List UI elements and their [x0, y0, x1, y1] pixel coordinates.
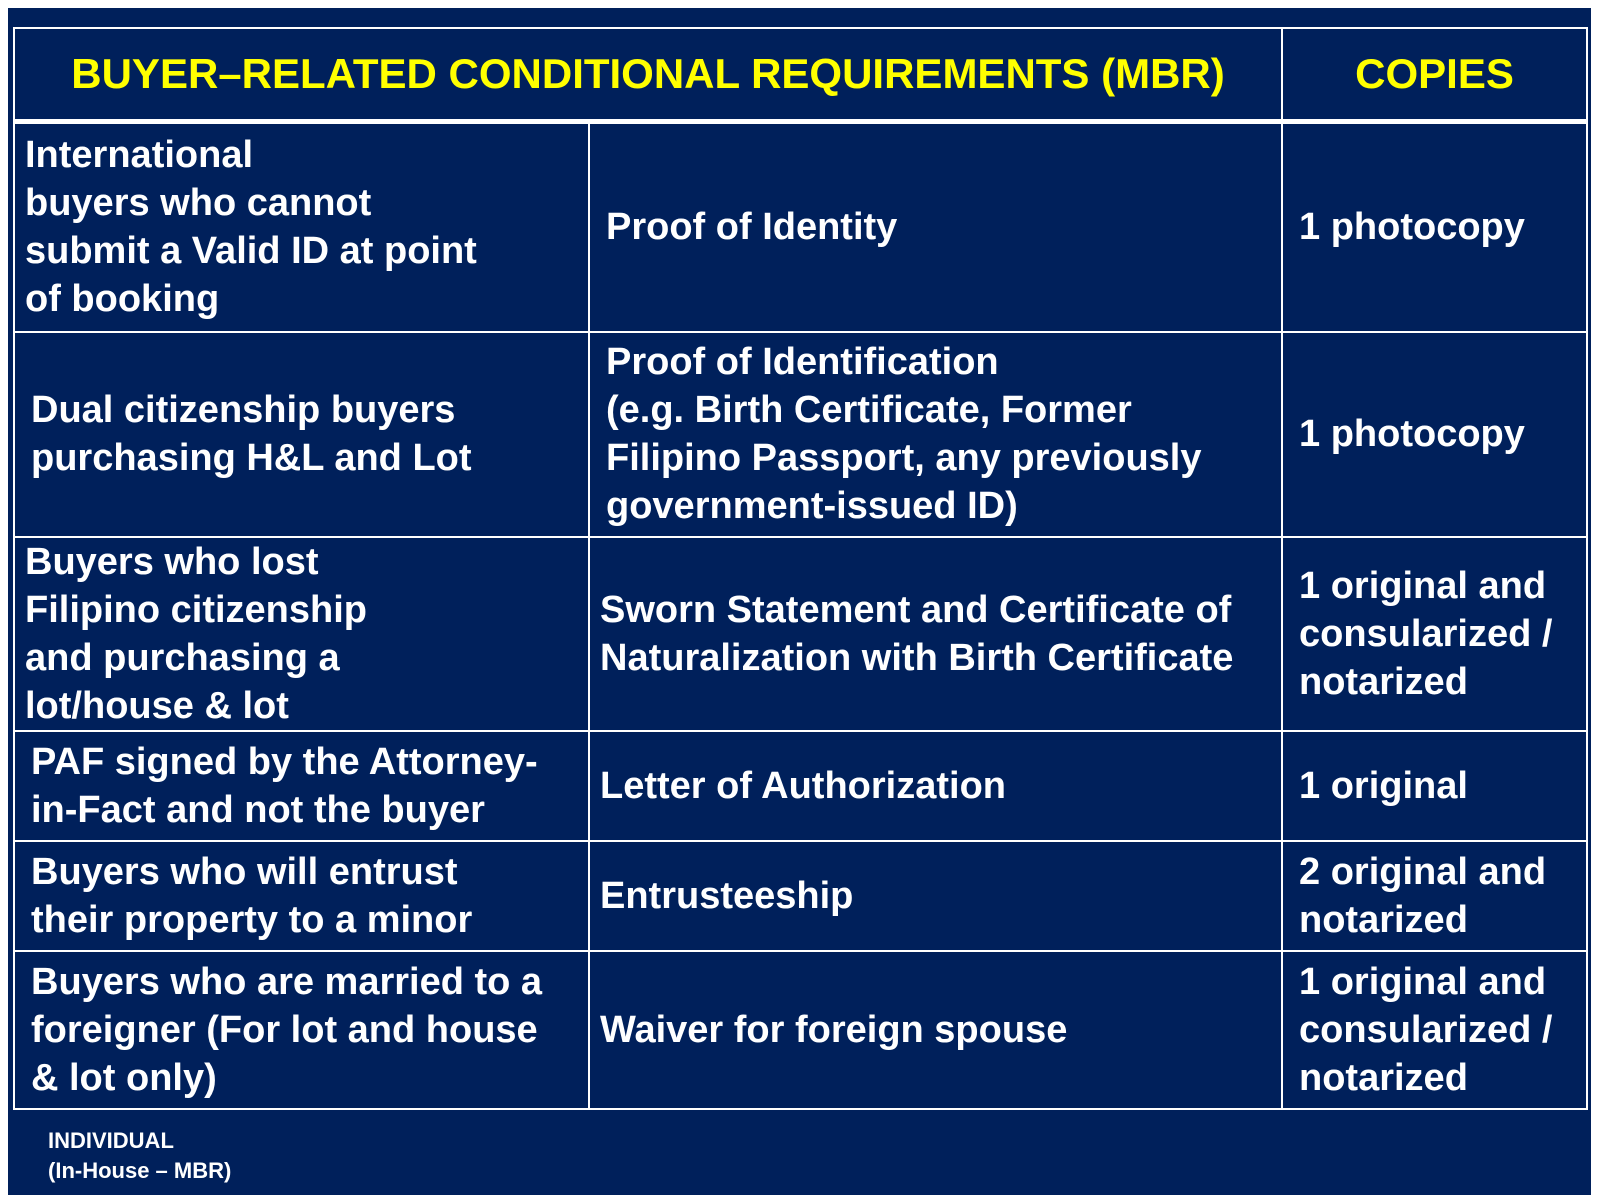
requirement-cell: Letter of Authorization — [588, 729, 1283, 842]
footer-line-1: INDIVIDUAL — [48, 1128, 174, 1153]
copies-cell: 1 photocopy — [1281, 330, 1588, 538]
condition-cell: PAF signed by the Attorney- in-Fact and … — [13, 729, 590, 842]
requirement-cell: Waiver for foreign spouse — [588, 949, 1283, 1110]
footer-line-2: (In-House – MBR) — [48, 1158, 232, 1183]
requirement-cell: Entrusteeship — [588, 839, 1283, 952]
copies-cell: 1 photocopy — [1281, 120, 1588, 333]
requirement-cell: Proof of Identity — [588, 120, 1283, 333]
slide: BUYER–RELATED CONDITIONAL REQUIREMENTS (… — [8, 8, 1591, 1195]
table-row: Buyers who lost Filipino citizenship and… — [13, 535, 1588, 732]
condition-cell: Buyers who will entrust their property t… — [13, 839, 590, 952]
copies-cell: 1 original and consularized / notarized — [1281, 535, 1588, 732]
copies-cell: 1 original and consularized / notarized — [1281, 949, 1588, 1110]
footer-label: INDIVIDUAL (In-House – MBR) — [48, 1126, 231, 1186]
copies-header: COPIES — [1281, 27, 1588, 124]
table-row: Buyers who are married to a foreigner (F… — [13, 949, 1588, 1110]
requirements-table: BUYER–RELATED CONDITIONAL REQUIREMENTS (… — [13, 27, 1588, 1110]
condition-cell: Dual citizenship buyers purchasing H&L a… — [13, 330, 590, 538]
copies-cell: 2 original and notarized — [1281, 839, 1588, 952]
condition-cell: Buyers who are married to a foreigner (F… — [13, 949, 590, 1110]
requirement-cell: Proof of Identification (e.g. Birth Cert… — [588, 330, 1283, 538]
table-row: Dual citizenship buyers purchasing H&L a… — [13, 330, 1588, 538]
condition-cell: Buyers who lost Filipino citizenship and… — [13, 535, 590, 732]
table-row: Buyers who will entrust their property t… — [13, 839, 1588, 952]
requirement-cell: Sworn Statement and Certificate of Natur… — [588, 535, 1283, 732]
table-row: PAF signed by the Attorney- in-Fact and … — [13, 729, 1588, 842]
copies-cell: 1 original — [1281, 729, 1588, 842]
table-row: International buyers who cannot submit a… — [13, 120, 1588, 333]
condition-cell: International buyers who cannot submit a… — [13, 120, 590, 333]
table-title: BUYER–RELATED CONDITIONAL REQUIREMENTS (… — [13, 27, 1283, 124]
header-row: BUYER–RELATED CONDITIONAL REQUIREMENTS (… — [13, 27, 1588, 124]
